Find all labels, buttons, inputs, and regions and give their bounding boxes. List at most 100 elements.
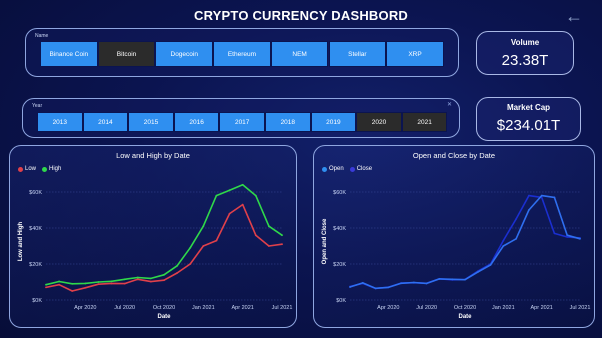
data-point-low[interactable] — [202, 245, 205, 247]
y-tick-label: $60K — [29, 190, 42, 196]
data-point-open[interactable] — [361, 282, 364, 284]
year-option-2020[interactable]: 2020 — [356, 112, 402, 132]
data-point-close[interactable] — [566, 236, 569, 238]
data-point-low[interactable] — [58, 283, 61, 286]
year-option-2017[interactable]: 2017 — [219, 112, 265, 132]
data-point-low[interactable] — [71, 290, 74, 292]
year-option-2014[interactable]: 2014 — [82, 112, 129, 132]
name-option-stellar[interactable]: Stellar — [328, 41, 387, 67]
data-point-high[interactable] — [58, 280, 61, 283]
data-point-low[interactable] — [281, 243, 283, 246]
data-point-open[interactable] — [387, 286, 390, 289]
name-slicer: Name Binance Coin Bitcoin Dogecoin Ethereum… — [25, 28, 459, 77]
data-point-low[interactable] — [136, 278, 139, 281]
data-point-open[interactable] — [566, 234, 569, 237]
data-point-high[interactable] — [202, 225, 205, 228]
data-point-low[interactable] — [267, 245, 270, 247]
data-point-high[interactable] — [163, 273, 165, 276]
data-point-open[interactable] — [515, 237, 518, 240]
x-tick-label: Jan 2021 — [492, 305, 515, 311]
data-point-high[interactable] — [71, 282, 74, 285]
data-point-open[interactable] — [476, 271, 479, 273]
data-point-high[interactable] — [281, 234, 283, 237]
name-slicer-label: Name — [35, 33, 49, 39]
data-point-open[interactable] — [451, 278, 454, 281]
data-point-low[interactable] — [254, 234, 257, 237]
data-point-open[interactable] — [349, 286, 351, 288]
data-point-high[interactable] — [241, 183, 244, 186]
series-line-high[interactable] — [45, 184, 283, 286]
data-point-high[interactable] — [123, 278, 126, 281]
clear-selection-icon[interactable]: ✕ — [447, 101, 452, 108]
name-option-binance-coin[interactable]: Binance Coin — [40, 41, 98, 67]
series-line-close[interactable] — [349, 194, 581, 290]
name-option-dogecoin[interactable]: Dogecoin — [155, 41, 214, 67]
data-point-low[interactable] — [215, 239, 218, 242]
data-point-open[interactable] — [425, 282, 428, 285]
market-cap-card: Market Cap $234.01T — [476, 97, 581, 141]
year-option-2018[interactable]: 2018 — [265, 112, 311, 132]
x-tick-label: Apr 2020 — [377, 305, 399, 311]
data-point-high[interactable] — [97, 281, 100, 283]
data-point-open[interactable] — [553, 196, 556, 199]
data-point-low[interactable] — [189, 263, 192, 265]
name-option-ethereum[interactable]: Ethereum — [213, 41, 271, 67]
data-point-high[interactable] — [149, 277, 152, 280]
x-axis-title: Date — [458, 314, 472, 320]
data-point-high[interactable] — [254, 194, 257, 197]
name-option-xrp[interactable]: XRP — [386, 41, 444, 67]
data-point-high[interactable] — [215, 194, 218, 197]
data-point-open[interactable] — [489, 264, 492, 266]
year-option-2013[interactable]: 2013 — [37, 112, 83, 132]
data-point-high[interactable] — [189, 246, 192, 249]
data-point-low[interactable] — [241, 203, 244, 206]
data-point-high[interactable] — [228, 189, 231, 192]
data-point-close[interactable] — [553, 232, 556, 235]
data-point-high[interactable] — [84, 282, 87, 285]
data-point-high[interactable] — [267, 225, 270, 228]
year-option-2016[interactable]: 2016 — [173, 112, 220, 132]
data-point-close[interactable] — [502, 239, 505, 242]
name-option-nem[interactable]: NEM — [270, 41, 329, 67]
data-point-high[interactable] — [45, 283, 47, 286]
year-option-2019[interactable]: 2019 — [310, 112, 357, 132]
data-point-open[interactable] — [540, 194, 543, 197]
y-tick-label: $60K — [333, 190, 346, 196]
data-point-open[interactable] — [400, 282, 403, 285]
market-cap-value: $234.01T — [496, 117, 561, 134]
data-point-low[interactable] — [163, 279, 165, 282]
data-point-low[interactable] — [84, 286, 87, 289]
year-option-2021[interactable]: 2021 — [401, 112, 448, 132]
data-point-open[interactable] — [579, 237, 581, 240]
data-point-high[interactable] — [176, 264, 179, 267]
back-arrow-icon[interactable]: ← — [563, 6, 585, 26]
data-point-open[interactable] — [502, 245, 505, 247]
data-point-high[interactable] — [110, 280, 113, 283]
data-point-low[interactable] — [97, 283, 100, 286]
data-point-low[interactable] — [110, 282, 113, 285]
data-point-low[interactable] — [123, 282, 126, 285]
low-high-chart[interactable]: $0K $20K $40K $60K Apr 2020 Jul 2020 Oct 2020 J… — [10, 146, 296, 327]
name-option-bitcoin[interactable]: Bitcoin — [97, 41, 156, 67]
volume-value: 23.38T — [501, 52, 549, 69]
data-point-low[interactable] — [176, 272, 179, 274]
y-tick-label: $20K — [333, 262, 346, 268]
data-point-low[interactable] — [45, 286, 47, 289]
open-close-chart[interactable]: $0K $20K $40K $60K Apr 2020 Jul 2020 Oct 2020 J… — [314, 146, 594, 327]
x-tick-label: Oct 2020 — [153, 305, 175, 311]
data-point-open[interactable] — [412, 281, 415, 284]
series-line-low[interactable] — [45, 203, 283, 292]
data-point-open[interactable] — [438, 278, 441, 280]
data-point-low[interactable] — [228, 212, 231, 215]
data-point-open[interactable] — [464, 278, 466, 281]
x-tick-label: Jul 2020 — [114, 305, 135, 311]
data-point-open[interactable] — [527, 209, 530, 211]
data-point-high[interactable] — [136, 276, 139, 279]
data-point-close[interactable] — [515, 218, 518, 220]
data-point-close[interactable] — [527, 194, 530, 197]
volume-label: Volume — [510, 38, 540, 47]
data-point-open[interactable] — [374, 287, 377, 290]
market-cap-label: Market Cap — [506, 103, 551, 112]
year-option-2015[interactable]: 2015 — [128, 112, 174, 132]
data-point-low[interactable] — [149, 280, 152, 283]
